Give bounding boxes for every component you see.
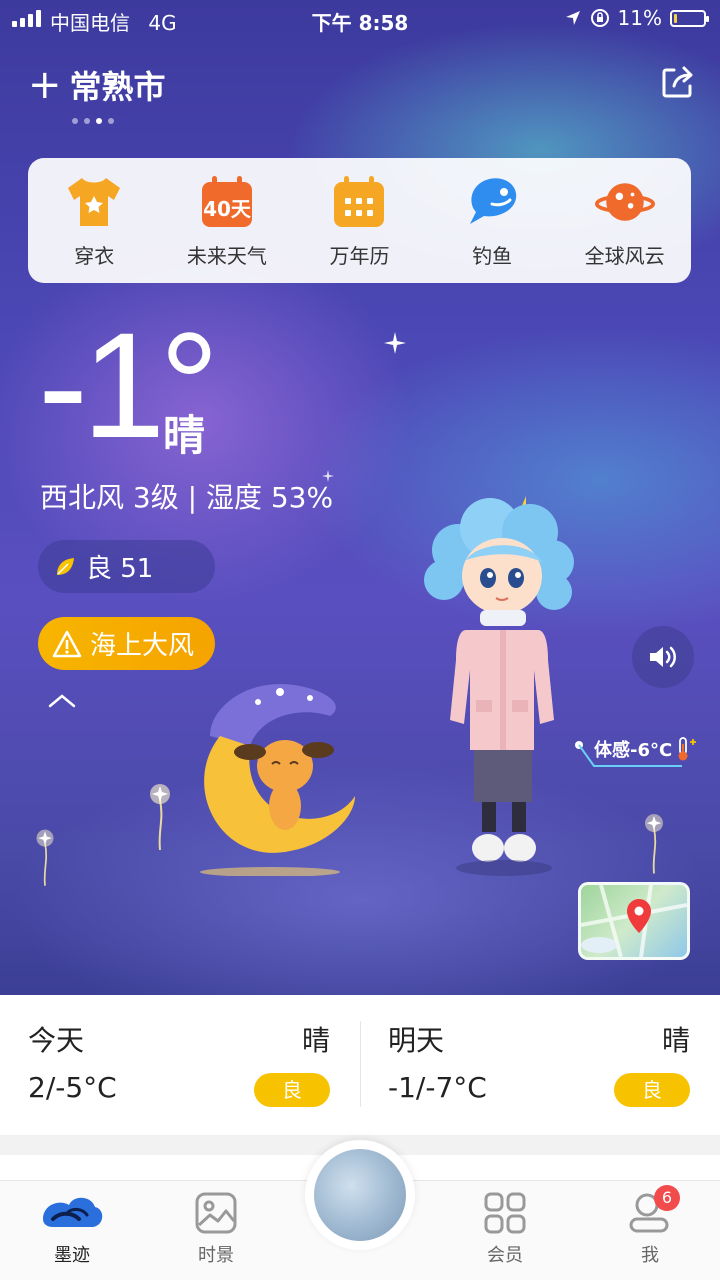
tool-label: 未来天气: [186, 244, 267, 268]
moji-logo-icon: [43, 1197, 103, 1227]
chevron-up-icon: [48, 694, 76, 708]
tool-fishing[interactable]: 钓鱼: [432, 172, 552, 269]
forecast-tomorrow[interactable]: 明天 晴 -1/-7°C 良: [360, 995, 720, 1135]
battery-icon: [670, 9, 709, 27]
flower-icon: [150, 784, 170, 850]
location-arrow-icon: [565, 11, 580, 25]
battery-percent: 11%: [617, 6, 662, 30]
page-dot: [84, 118, 90, 124]
warning-text: 海上大风: [90, 631, 195, 661]
notification-badge: 6: [654, 1185, 680, 1211]
page-indicator: [72, 118, 114, 124]
tool-label: 钓鱼: [472, 244, 513, 268]
thermometer-icon: [678, 737, 697, 761]
tool-future-weather[interactable]: 40天 未来天气: [167, 172, 287, 269]
calendar-40-icon: 40天: [197, 172, 257, 232]
nav-item-moji[interactable]: 墨迹: [22, 1191, 122, 1267]
forecast-day: 明天: [388, 1024, 445, 1057]
battery-fill: [674, 13, 677, 23]
leaf-icon: [57, 557, 74, 575]
voice-broadcast-button[interactable]: [632, 626, 694, 688]
calendar-grid-icon: [329, 172, 389, 232]
calendar-40-text: 40天: [203, 197, 252, 221]
warning-triangle-icon: [52, 630, 82, 657]
nav-item-me[interactable]: 6 我: [600, 1185, 700, 1267]
tool-label: 穿衣: [74, 244, 115, 268]
aqi-value: 良 51: [86, 554, 154, 584]
flower-icon: [645, 814, 663, 874]
forecast-today[interactable]: 今天 晴 2/-5°C 良: [0, 995, 360, 1135]
page-dot: [108, 118, 114, 124]
avatar-character[interactable]: [420, 480, 580, 880]
wind-humidity: 西北风 3级 | 湿度 53%: [40, 481, 334, 514]
forecast-range: -1/-7°C: [388, 1071, 487, 1104]
add-city-icon[interactable]: +: [28, 65, 62, 105]
sky-photo-thumbnail: [314, 1149, 406, 1241]
feels-like: 体感-6°C: [578, 736, 698, 762]
nav-item-scenery[interactable]: 时景: [166, 1191, 266, 1267]
nav-center-button[interactable]: [305, 1140, 415, 1250]
tool-label: 万年历: [329, 244, 390, 268]
weather-background: 中国电信 4G 下午 8:58 11% + 常熟市 穿衣 40天 未来天气 万年…: [0, 0, 720, 995]
tshirt-icon: [64, 172, 124, 232]
forecast-panel: 今天 晴 2/-5°C 良 明天 晴 -1/-7°C 良: [0, 995, 720, 1135]
nav-label: 墨迹: [54, 1245, 90, 1266]
weather-map-button[interactable]: [578, 882, 690, 960]
nav-item-member[interactable]: 会员: [455, 1191, 555, 1267]
status-bar: 中国电信 4G 下午 8:58 11%: [0, 0, 720, 38]
forecast-condition: 晴: [661, 1024, 690, 1057]
forecast-aqi-badge: 良: [254, 1073, 330, 1107]
rotation-lock-icon: [590, 9, 609, 27]
status-right: 11%: [564, 6, 709, 30]
tools-panel: 穿衣 40天 未来天气 万年历 钓鱼 全球风云: [28, 158, 691, 283]
tool-label: 全球风云: [584, 244, 665, 268]
forecast-condition: 晴: [301, 1024, 330, 1057]
sparkle-icon: [322, 470, 334, 482]
fish-icon: [462, 172, 522, 232]
speaker-icon: [650, 646, 676, 668]
tool-global-weather[interactable]: 全球风云: [565, 172, 685, 269]
forecast-range: 2/-5°C: [28, 1071, 117, 1104]
weather-warning-button[interactable]: 海上大风: [38, 617, 215, 670]
nav-label: 时景: [198, 1245, 234, 1266]
city-name: 常熟市: [69, 68, 166, 106]
map-pin-icon: [581, 885, 687, 957]
page-dot: [96, 118, 102, 124]
photo-icon: [195, 1192, 237, 1234]
forecast-day: 今天: [28, 1024, 85, 1057]
flower-icon: [36, 829, 54, 886]
feels-like-text: 体感-6°C: [594, 740, 673, 761]
grid-icon: [484, 1192, 526, 1234]
share-icon[interactable]: [660, 64, 696, 100]
page-dot: [72, 118, 78, 124]
tool-clothing[interactable]: 穿衣: [34, 172, 154, 269]
sparkle-icon: [384, 332, 406, 354]
tool-almanac[interactable]: 万年历: [299, 172, 419, 269]
aqi-button[interactable]: 良 51: [38, 540, 215, 593]
nav-label: 我: [641, 1245, 659, 1266]
nav-label: 会员: [487, 1245, 523, 1266]
current-condition: 晴: [163, 411, 206, 460]
forecast-aqi-badge: 良: [614, 1073, 690, 1107]
city-selector[interactable]: + 常熟市: [28, 62, 166, 108]
planet-icon: [594, 172, 655, 232]
moon-dog-illustration: [200, 684, 355, 876]
